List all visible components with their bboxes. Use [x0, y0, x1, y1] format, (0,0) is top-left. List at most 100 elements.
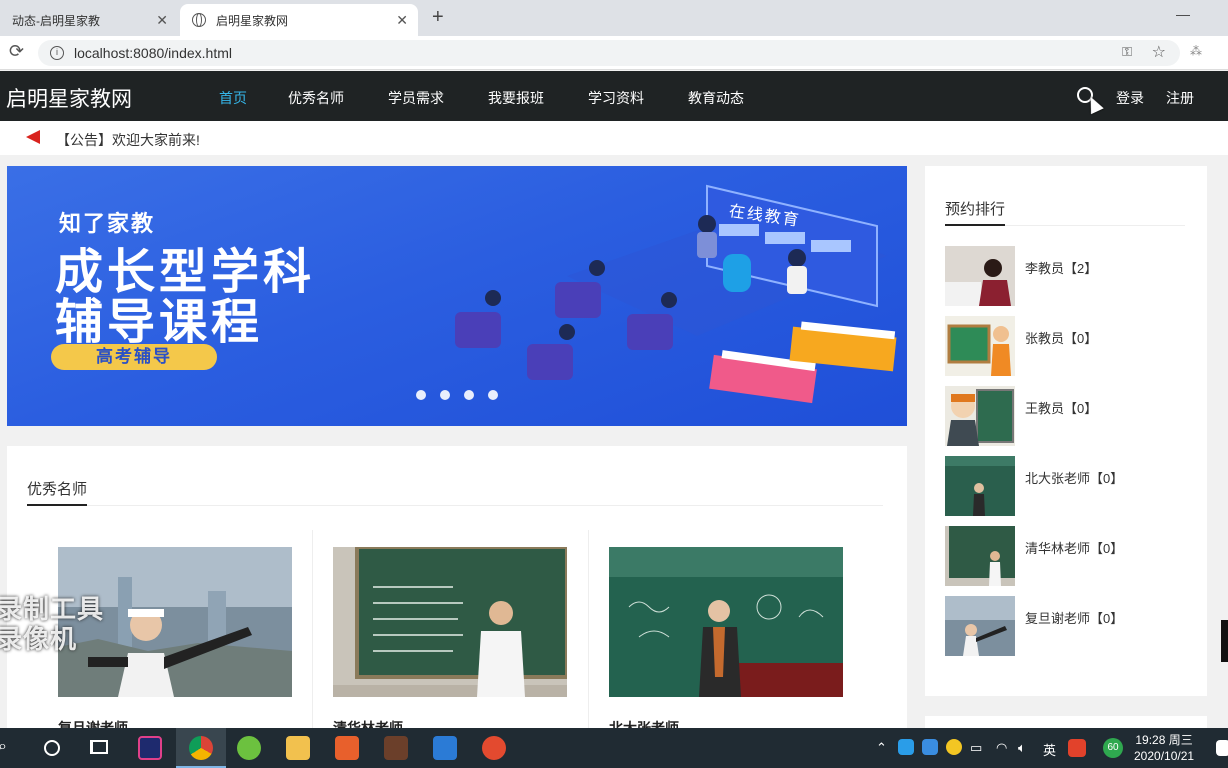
tab-title: 启明星家教网 — [216, 13, 289, 28]
app-red-icon[interactable] — [482, 736, 506, 760]
hero-banner[interactable]: 知了家教 成长型学科 辅导课程 高考辅导 在线教育 — [7, 166, 907, 426]
new-tab-button[interactable]: + — [432, 6, 444, 29]
teacher-thumbnail[interactable] — [945, 456, 1015, 516]
teacher-photo[interactable] — [333, 545, 569, 697]
network-icon[interactable]: ◠ — [996, 740, 1007, 756]
teacher-thumbnail[interactable] — [945, 386, 1015, 446]
nav-home[interactable]: 首页 — [219, 88, 247, 108]
card-divider — [312, 530, 313, 730]
input-language[interactable]: 英 — [1043, 740, 1056, 759]
ranking-item[interactable]: 王教员【0】 — [945, 386, 1185, 446]
teacher-card[interactable]: 清华林老师 — [333, 545, 569, 738]
globe-icon — [192, 13, 206, 27]
carousel-indicators — [416, 390, 498, 400]
section-title: 优秀名师 — [27, 481, 88, 498]
intellij-icon[interactable] — [138, 736, 162, 760]
login-link[interactable]: 登录 — [1116, 88, 1144, 108]
register-link[interactable]: 注册 — [1166, 88, 1194, 108]
url-text: localhost:8080/index.html — [74, 45, 232, 61]
nav-teachers[interactable]: 优秀名师 — [288, 88, 344, 108]
divider — [87, 505, 883, 506]
tray-badge[interactable]: 60 — [1103, 738, 1123, 758]
teacher-thumbnail[interactable] — [945, 246, 1015, 306]
megaphone-icon — [26, 130, 40, 144]
browser-tab-active[interactable]: 启明星家教网 ✕ — [180, 4, 418, 36]
address-bar: ⟳ i localhost:8080/index.html ⚿ ☆ ⁂ — [0, 36, 1228, 70]
panel-title: 预约排行 — [945, 201, 1006, 218]
app-brown-icon[interactable] — [384, 736, 408, 760]
teacher-thumbnail[interactable] — [945, 596, 1015, 656]
notice-bar: 【公告】欢迎大家前来! — [0, 121, 1228, 155]
close-tab-icon[interactable]: ✕ — [396, 12, 408, 29]
carousel-dot[interactable] — [488, 390, 498, 400]
windows-taskbar: ⌕ ⌃ ▭ ◠ 🔈︎ 英 60 19:28 周三 2020/10/21 — [0, 728, 1228, 768]
nav-materials[interactable]: 学习资料 — [588, 88, 644, 108]
browser-tab-bar: 动态-启明星家教 ✕ 启明星家教网 ✕ + — — [0, 0, 1228, 36]
url-input[interactable]: i localhost:8080/index.html ⚿ ☆ — [38, 40, 1180, 66]
ranking-item[interactable]: 张教员【0】 — [945, 316, 1185, 376]
reload-icon[interactable]: ⟳ — [9, 41, 24, 62]
teacher-thumbnail[interactable] — [945, 316, 1015, 376]
teacher-card[interactable]: 北大张老师 — [609, 547, 843, 738]
page-scrollbar[interactable] — [1221, 620, 1228, 662]
recorder-watermark: 录制工具 录像机 — [0, 594, 104, 654]
notification-icon[interactable] — [1216, 740, 1228, 756]
title-underline — [945, 224, 1005, 226]
booking-ranking-panel: 预约排行 李教员【2】 张教员【0】 王教员【0】 北大张老师【0】 清华林老师… — [925, 166, 1207, 696]
ranking-label[interactable]: 清华林老师【0】 — [1025, 538, 1123, 557]
close-tab-icon[interactable]: ✕ — [156, 12, 168, 29]
task-view-icon[interactable] — [90, 740, 108, 754]
search-icon[interactable]: ⌕ — [0, 738, 7, 756]
tray-expand-icon[interactable]: ⌃ — [876, 740, 887, 756]
carousel-dot[interactable] — [416, 390, 426, 400]
ranking-item[interactable]: 李教员【2】 — [945, 246, 1185, 306]
wps-icon[interactable] — [433, 736, 457, 760]
system-clock[interactable]: 19:28 周三 2020/10/21 — [1134, 732, 1194, 764]
battery-icon[interactable]: ▭ — [970, 740, 982, 756]
teacher-thumbnail[interactable] — [945, 526, 1015, 586]
clock-date: 2020/10/21 — [1134, 749, 1195, 763]
excellent-teachers-section: 优秀名师 复旦谢老师 — [7, 446, 907, 736]
bookmark-star-icon[interactable]: ☆ — [1152, 42, 1166, 62]
cortana-icon[interactable] — [44, 740, 60, 756]
tray-app-icon[interactable] — [946, 739, 962, 755]
site-logo[interactable]: 启明星家教网 — [6, 83, 132, 113]
carousel-dot[interactable] — [440, 390, 450, 400]
divider — [1005, 225, 1185, 226]
clock-time: 19:28 周三 — [1135, 733, 1193, 747]
volume-icon[interactable]: 🔈︎ — [1018, 740, 1026, 756]
key-icon[interactable]: ⚿ — [1122, 44, 1132, 60]
ranking-item[interactable]: 清华林老师【0】 — [945, 526, 1185, 586]
app-orange-icon[interactable] — [335, 736, 359, 760]
watermark-line: 录制工具 — [0, 594, 105, 624]
ranking-label[interactable]: 李教员【2】 — [1025, 258, 1097, 277]
extension-icon[interactable]: ⁂ — [1190, 44, 1202, 58]
card-divider — [588, 530, 589, 730]
tray-app-icon[interactable] — [898, 739, 914, 755]
chrome-icon[interactable] — [189, 736, 213, 760]
ranking-label[interactable]: 北大张老师【0】 — [1025, 468, 1123, 487]
nav-student-needs[interactable]: 学员需求 — [388, 88, 444, 108]
tray-app-icon[interactable] — [922, 739, 938, 755]
sogou-icon[interactable] — [1068, 739, 1086, 757]
ranking-label[interactable]: 复旦谢老师【0】 — [1025, 608, 1123, 627]
nav-enroll[interactable]: 我要报班 — [488, 88, 544, 108]
nav-news[interactable]: 教育动态 — [688, 88, 744, 108]
ranking-item[interactable]: 北大张老师【0】 — [945, 456, 1185, 516]
ranking-label[interactable]: 王教员【0】 — [1025, 398, 1097, 417]
browser-tab-inactive[interactable]: 动态-启明星家教 ✕ — [0, 4, 178, 36]
site-navbar: 启明星家教网 首页 优秀名师 学员需求 我要报班 学习资料 教育动态 登录 注册 — [0, 71, 1228, 121]
file-explorer-icon[interactable] — [286, 736, 310, 760]
app-green-icon[interactable] — [237, 736, 261, 760]
banner-tag: 高考辅导 — [51, 344, 217, 370]
ranking-label[interactable]: 张教员【0】 — [1025, 328, 1097, 347]
info-icon[interactable]: i — [50, 46, 64, 60]
notice-text[interactable]: 【公告】欢迎大家前来! — [56, 130, 200, 150]
minimize-button[interactable]: — — [1176, 6, 1190, 22]
ranking-item[interactable]: 复旦谢老师【0】 — [945, 596, 1185, 656]
carousel-dot[interactable] — [464, 390, 474, 400]
banner-headline-2: 辅导课程 — [55, 296, 264, 349]
title-underline — [27, 504, 87, 506]
tab-title: 动态-启明星家教 — [12, 13, 100, 28]
teacher-photo[interactable] — [609, 547, 843, 697]
